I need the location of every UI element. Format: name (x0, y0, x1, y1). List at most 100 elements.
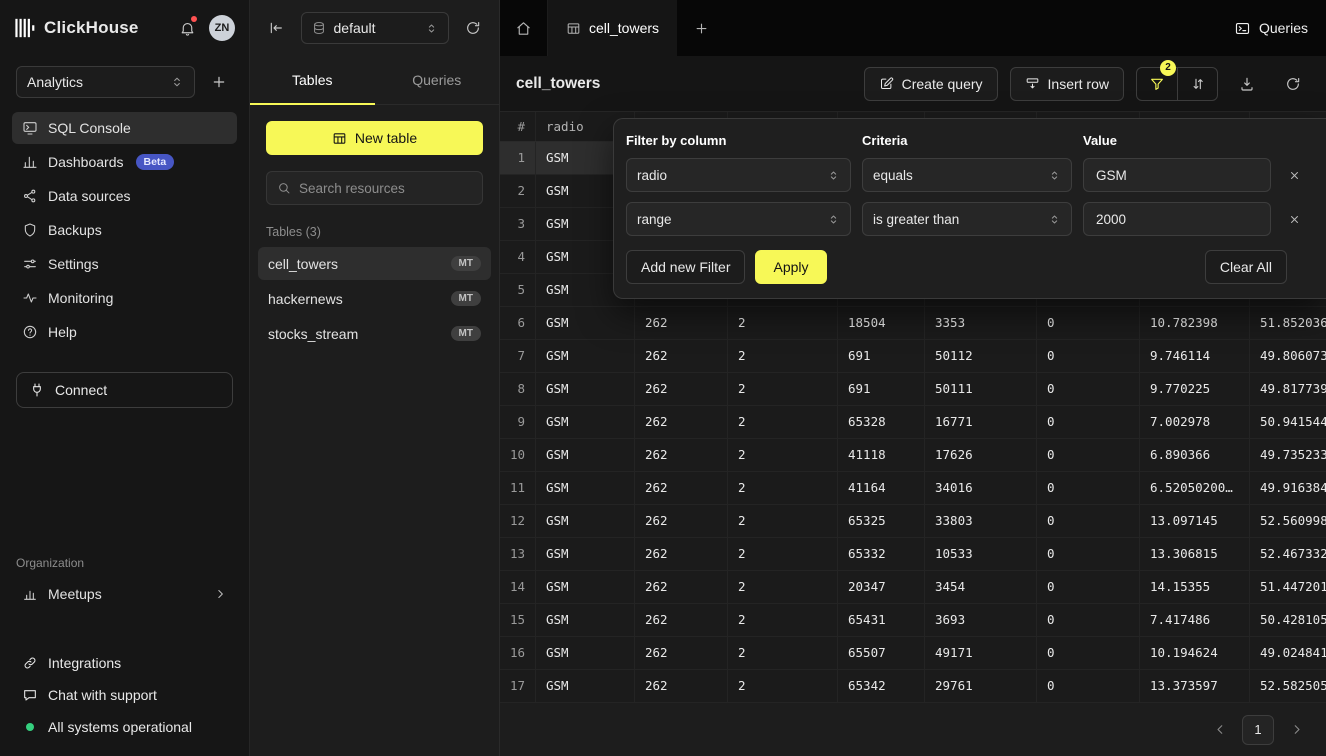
tab-queries[interactable]: Queries (375, 56, 500, 104)
table-cell[interactable]: 65431 (838, 604, 925, 636)
add-filter-button[interactable]: Add new Filter (626, 250, 745, 284)
table-cell[interactable]: 3454 (925, 571, 1037, 603)
table-cell[interactable]: 262 (635, 637, 728, 669)
queries-button[interactable]: Queries (1234, 20, 1308, 37)
table-cell[interactable]: GSM (536, 571, 635, 603)
table-cell[interactable]: 0 (1037, 505, 1140, 537)
table-cell[interactable]: 13.306815 (1140, 538, 1250, 570)
table-row[interactable]: 12 GSM 262 2 65325 33803 0 13.097145 52.… (500, 505, 1326, 538)
prev-page-button[interactable] (1206, 716, 1234, 744)
remove-filter-button[interactable] (1282, 207, 1306, 231)
table-cell[interactable]: 49171 (925, 637, 1037, 669)
table-cell[interactable]: GSM (536, 307, 635, 339)
filter-column-select[interactable]: range (626, 202, 851, 236)
table-list-item-stocks-stream[interactable]: stocks_stream MT (258, 317, 491, 350)
column-header[interactable]: # (500, 112, 536, 141)
table-cell[interactable]: 20347 (838, 571, 925, 603)
table-cell[interactable]: 2 (728, 472, 838, 504)
sort-button[interactable] (1177, 68, 1217, 100)
table-cell[interactable]: 65332 (838, 538, 925, 570)
remove-filter-button[interactable] (1282, 163, 1306, 187)
table-row[interactable]: 16 GSM 262 2 65507 49171 0 10.194624 49.… (500, 637, 1326, 670)
table-cell[interactable]: 0 (1037, 472, 1140, 504)
table-cell[interactable]: 33803 (925, 505, 1037, 537)
table-cell[interactable]: 0 (1037, 439, 1140, 471)
table-cell[interactable]: 10.782398 (1140, 307, 1250, 339)
sidebar-item-monitoring[interactable]: Monitoring (12, 282, 237, 314)
table-cell[interactable]: 50.428105 (1250, 604, 1326, 636)
table-cell[interactable]: 13.097145 (1140, 505, 1250, 537)
table-cell[interactable]: 262 (635, 604, 728, 636)
tab-cell-towers[interactable]: cell_towers (548, 0, 677, 56)
collapse-panel-button[interactable] (262, 14, 290, 42)
table-cell[interactable]: 691 (838, 373, 925, 405)
table-cell[interactable]: 262 (635, 670, 728, 702)
table-cell[interactable]: 50111 (925, 373, 1037, 405)
sidebar-item-meetups[interactable]: Meetups (12, 578, 237, 610)
table-cell[interactable]: 262 (635, 505, 728, 537)
table-cell[interactable]: 52.582505 (1250, 670, 1326, 702)
table-cell[interactable]: 52.4673325 (1250, 538, 1326, 570)
table-cell[interactable]: 2 (728, 340, 838, 372)
tab-tables[interactable]: Tables (250, 56, 375, 104)
table-cell[interactable]: 65328 (838, 406, 925, 438)
next-page-button[interactable] (1282, 716, 1310, 744)
table-cell[interactable]: 13.373597 (1140, 670, 1250, 702)
table-row[interactable]: 15 GSM 262 2 65431 3693 0 7.417486 50.42… (500, 604, 1326, 637)
table-cell[interactable]: 7.002978 (1140, 406, 1250, 438)
table-list-item-cell-towers[interactable]: cell_towers MT (258, 247, 491, 280)
table-list-item-hackernews[interactable]: hackernews MT (258, 282, 491, 315)
refresh-data-button[interactable] (1276, 67, 1310, 101)
table-cell[interactable]: 2 (728, 637, 838, 669)
connect-button[interactable]: Connect (16, 372, 233, 408)
table-cell[interactable]: 3693 (925, 604, 1037, 636)
table-cell[interactable]: 2 (728, 406, 838, 438)
table-cell[interactable]: 65507 (838, 637, 925, 669)
table-cell[interactable]: 2 (728, 670, 838, 702)
table-cell[interactable]: 65325 (838, 505, 925, 537)
table-cell[interactable]: 3353 (925, 307, 1037, 339)
apply-filters-button[interactable]: Apply (755, 250, 826, 284)
download-button[interactable] (1230, 67, 1264, 101)
create-query-button[interactable]: Create query (864, 67, 998, 101)
table-cell[interactable]: 41164 (838, 472, 925, 504)
table-cell[interactable]: 49.916384 (1250, 472, 1326, 504)
table-row[interactable]: 7 GSM 262 2 691 50112 0 9.746114 49.8060… (500, 340, 1326, 373)
table-cell[interactable]: 0 (1037, 406, 1140, 438)
filter-value-input[interactable] (1083, 158, 1271, 192)
table-cell[interactable]: 51.447201 (1250, 571, 1326, 603)
table-cell[interactable]: 10533 (925, 538, 1037, 570)
table-cell[interactable]: 2 (728, 571, 838, 603)
table-cell[interactable]: 262 (635, 472, 728, 504)
table-cell[interactable]: 262 (635, 571, 728, 603)
table-row[interactable]: 13 GSM 262 2 65332 10533 0 13.306815 52.… (500, 538, 1326, 571)
table-cell[interactable]: 6.52050200… (1140, 472, 1250, 504)
table-cell[interactable]: 34016 (925, 472, 1037, 504)
table-cell[interactable]: 10.194624 (1140, 637, 1250, 669)
table-cell[interactable]: 9.770225 (1140, 373, 1250, 405)
system-status-link[interactable]: All systems operational (12, 712, 237, 742)
table-cell[interactable]: 49.806073 (1250, 340, 1326, 372)
table-cell[interactable]: 14.15355 (1140, 571, 1250, 603)
table-cell[interactable]: 41118 (838, 439, 925, 471)
table-cell[interactable]: 9.746114 (1140, 340, 1250, 372)
table-cell[interactable]: GSM (536, 538, 635, 570)
table-cell[interactable]: 49.735233 (1250, 439, 1326, 471)
table-cell[interactable]: 262 (635, 307, 728, 339)
table-row[interactable]: 14 GSM 262 2 20347 3454 0 14.15355 51.44… (500, 571, 1326, 604)
table-cell[interactable]: GSM (536, 670, 635, 702)
clear-all-filters-button[interactable]: Clear All (1205, 250, 1287, 284)
table-row[interactable]: 6 GSM 262 2 18504 3353 0 10.782398 51.85… (500, 307, 1326, 340)
table-row[interactable]: 11 GSM 262 2 41164 34016 0 6.52050200… 4… (500, 472, 1326, 505)
table-cell[interactable]: GSM (536, 505, 635, 537)
table-cell[interactable]: 6.890366 (1140, 439, 1250, 471)
table-cell[interactable]: 2 (728, 439, 838, 471)
sidebar-item-help[interactable]: Help (12, 316, 237, 348)
refresh-tables-button[interactable] (459, 14, 487, 42)
filter-criteria-select[interactable]: equals (862, 158, 1072, 192)
table-cell[interactable]: GSM (536, 637, 635, 669)
search-input[interactable] (299, 181, 472, 196)
avatar[interactable]: ZN (209, 15, 235, 41)
filter-criteria-select[interactable]: is greater than (862, 202, 1072, 236)
table-cell[interactable]: 49.024841 (1250, 637, 1326, 669)
